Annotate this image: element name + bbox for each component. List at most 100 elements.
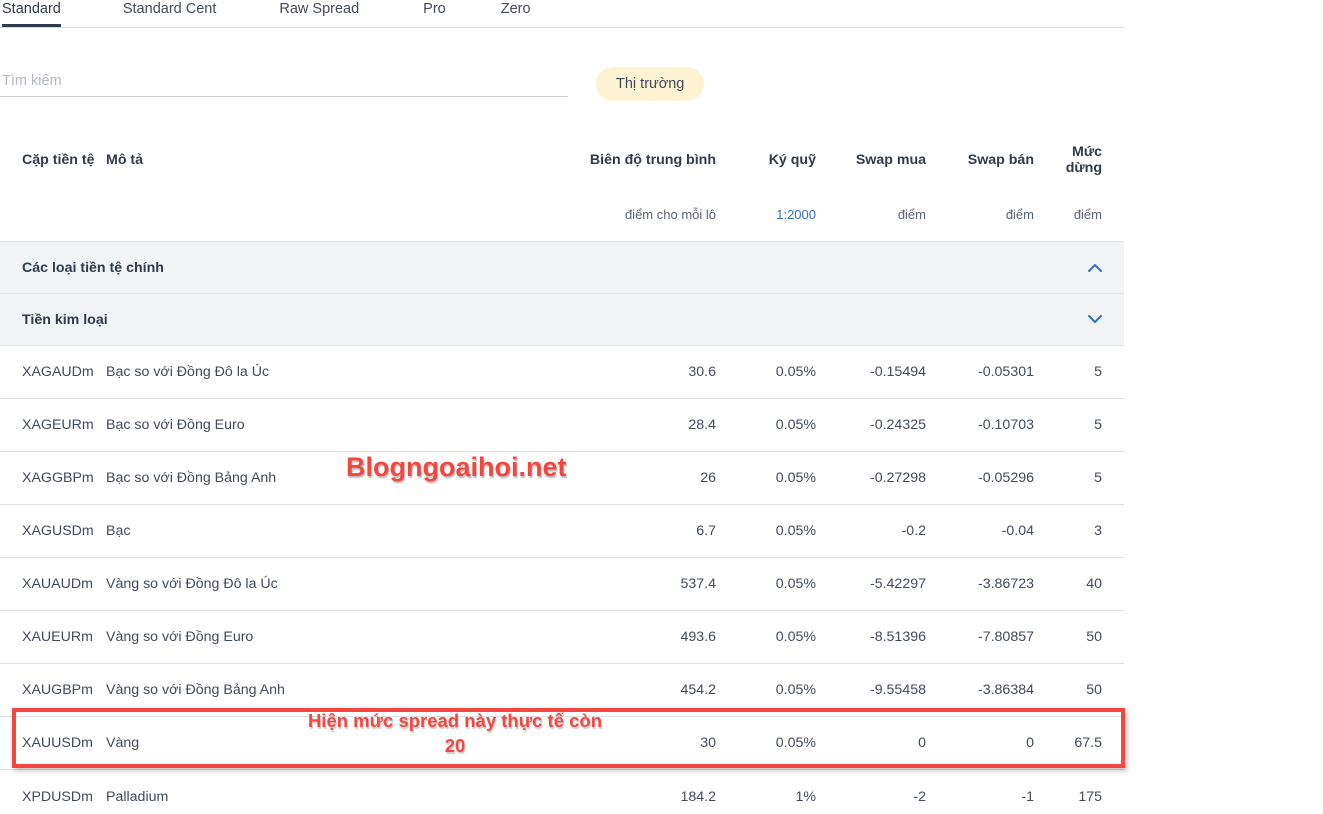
- table-row[interactable]: XAUAUDmVàng so với Đồng Đô la Úc537.40.0…: [0, 558, 1124, 611]
- cell-spread: 493.6: [581, 629, 716, 645]
- header-description: Mô tả: [104, 152, 581, 168]
- cell-swap-sell: -0.10703: [926, 417, 1034, 433]
- cell-symbol: XPDUSDm: [0, 789, 104, 805]
- search-input[interactable]: [0, 73, 568, 97]
- cell-description: Vàng so với Đồng Bảng Anh: [104, 682, 581, 698]
- cell-symbol: XAUEURm: [0, 629, 104, 645]
- table-row[interactable]: XAGGBPmBạc so với Đồng Bảng Anh260.05%-0…: [0, 452, 1124, 505]
- table-row[interactable]: XAGAUDmBạc so với Đồng Đô la Úc30.60.05%…: [0, 346, 1124, 399]
- chevron-down-icon[interactable]: [1086, 311, 1104, 329]
- subheader-margin[interactable]: 1:2000: [716, 207, 816, 222]
- tab-standard[interactable]: Standard: [2, 0, 61, 26]
- cell-spread: 6.7: [581, 523, 716, 539]
- header-swap-buy: Swap mua: [816, 152, 926, 168]
- cell-stop-level: 40: [1034, 576, 1124, 592]
- cell-margin: 0.05%: [716, 523, 816, 539]
- cell-symbol: XAGEURm: [0, 417, 104, 433]
- header-stop-level: Mức dừng: [1034, 144, 1124, 176]
- cell-description: Bạc so với Đồng Bảng Anh: [104, 470, 581, 486]
- cell-swap-buy: -5.42297: [816, 576, 926, 592]
- cell-stop-level: 5: [1034, 470, 1124, 486]
- cell-margin: 0.05%: [716, 576, 816, 592]
- search-container: [0, 72, 568, 97]
- tab-standard-cent[interactable]: Standard Cent: [123, 0, 217, 26]
- cell-description: Bạc so với Đồng Euro: [104, 417, 581, 433]
- chevron-up-icon[interactable]: [1086, 259, 1104, 277]
- table-body: XAGAUDmBạc so với Đồng Đô la Úc30.60.05%…: [0, 346, 1124, 814]
- header-symbol: Cặp tiền tệ: [0, 152, 104, 168]
- group-label: Các loại tiền tệ chính: [0, 260, 164, 276]
- cell-stop-level: 3: [1034, 523, 1124, 539]
- cell-description: Bạc so với Đồng Đô la Úc: [104, 364, 581, 380]
- cell-swap-sell: -0.05301: [926, 364, 1034, 380]
- table-row[interactable]: XAGEURmBạc so với Đồng Euro28.40.05%-0.2…: [0, 399, 1124, 452]
- cell-description: Vàng so với Đồng Đô la Úc: [104, 576, 581, 592]
- cell-stop-level: 50: [1034, 629, 1124, 645]
- table-header-row: Cặp tiền tệ Mô tả Biên độ trung bình Ký …: [0, 132, 1124, 188]
- group-row-metals[interactable]: Tiền kim loại: [0, 294, 1124, 346]
- cell-swap-sell: -0.04: [926, 523, 1034, 539]
- table-row[interactable]: XAGUSDmBạc6.70.05%-0.2-0.043: [0, 505, 1124, 558]
- tab-list: Standard Standard Cent Raw Spread Pro Ze…: [0, 0, 1124, 27]
- group-row-major-currencies[interactable]: Các loại tiền tệ chính: [0, 242, 1124, 294]
- cell-spread: 26: [581, 470, 716, 486]
- cell-description: Bạc: [104, 523, 581, 539]
- cell-spread: 30: [581, 735, 716, 751]
- cell-swap-sell: -1: [926, 789, 1034, 805]
- header-margin: Ký quỹ: [716, 152, 816, 168]
- cell-margin: 1%: [716, 789, 816, 805]
- tab-pro[interactable]: Pro: [423, 0, 446, 26]
- instruments-table: Cặp tiền tệ Mô tả Biên độ trung bình Ký …: [0, 132, 1124, 814]
- cell-swap-buy: -0.27298: [816, 470, 926, 486]
- subheader-swap-sell: điểm: [926, 207, 1034, 222]
- table-row[interactable]: XAUUSDmVàng300.05%0067.5: [0, 717, 1124, 770]
- cell-margin: 0.05%: [716, 735, 816, 751]
- cell-description: Vàng: [104, 735, 581, 751]
- cell-description: Palladium: [104, 789, 581, 805]
- cell-margin: 0.05%: [716, 682, 816, 698]
- cell-swap-buy: 0: [816, 735, 926, 751]
- cell-swap-sell: -3.86723: [926, 576, 1034, 592]
- subheader-spread: điểm cho mỗi lô: [581, 207, 716, 222]
- cell-stop-level: 67.5: [1034, 735, 1124, 751]
- cell-stop-level: 5: [1034, 417, 1124, 433]
- cell-swap-buy: -0.24325: [816, 417, 926, 433]
- cell-swap-sell: 0: [926, 735, 1034, 751]
- cell-symbol: XAGUSDm: [0, 523, 104, 539]
- cell-margin: 0.05%: [716, 364, 816, 380]
- cell-swap-buy: -9.55458: [816, 682, 926, 698]
- cell-symbol: XAUAUDm: [0, 576, 104, 592]
- cell-stop-level: 5: [1034, 364, 1124, 380]
- cell-description: Vàng so với Đồng Euro: [104, 629, 581, 645]
- cell-symbol: XAGAUDm: [0, 364, 104, 380]
- cell-swap-buy: -2: [816, 789, 926, 805]
- account-type-tabbar: Standard Standard Cent Raw Spread Pro Ze…: [0, 0, 1124, 28]
- market-filter-chip[interactable]: Thị trường: [596, 67, 704, 101]
- subheader-swap-buy: điểm: [816, 207, 926, 222]
- cell-spread: 184.2: [581, 789, 716, 805]
- cell-spread: 537.4: [581, 576, 716, 592]
- cell-spread: 454.2: [581, 682, 716, 698]
- cell-stop-level: 50: [1034, 682, 1124, 698]
- cell-swap-sell: -3.86384: [926, 682, 1034, 698]
- cell-stop-level: 175: [1034, 789, 1124, 805]
- table-row[interactable]: XAUEURmVàng so với Đồng Euro493.60.05%-8…: [0, 611, 1124, 664]
- cell-swap-buy: -8.51396: [816, 629, 926, 645]
- header-swap-sell: Swap bán: [926, 152, 1034, 168]
- cell-symbol: XAGGBPm: [0, 470, 104, 486]
- cell-margin: 0.05%: [716, 417, 816, 433]
- cell-swap-sell: -7.80857: [926, 629, 1034, 645]
- header-spread: Biên độ trung bình: [581, 152, 716, 168]
- cell-symbol: XAUUSDm: [0, 735, 104, 751]
- market-specification-page: Standard Standard Cent Raw Spread Pro Ze…: [0, 0, 1323, 814]
- cell-swap-sell: -0.05296: [926, 470, 1034, 486]
- cell-spread: 28.4: [581, 417, 716, 433]
- group-label: Tiền kim loại: [0, 312, 108, 328]
- subheader-stop-level: điểm: [1034, 207, 1124, 222]
- cell-symbol: XAUGBPm: [0, 682, 104, 698]
- table-row[interactable]: XAUGBPmVàng so với Đồng Bảng Anh454.20.0…: [0, 664, 1124, 717]
- tab-zero[interactable]: Zero: [501, 0, 531, 26]
- table-row[interactable]: XPDUSDmPalladium184.21%-2-1175: [0, 770, 1124, 814]
- tab-raw-spread[interactable]: Raw Spread: [279, 0, 359, 26]
- cell-margin: 0.05%: [716, 629, 816, 645]
